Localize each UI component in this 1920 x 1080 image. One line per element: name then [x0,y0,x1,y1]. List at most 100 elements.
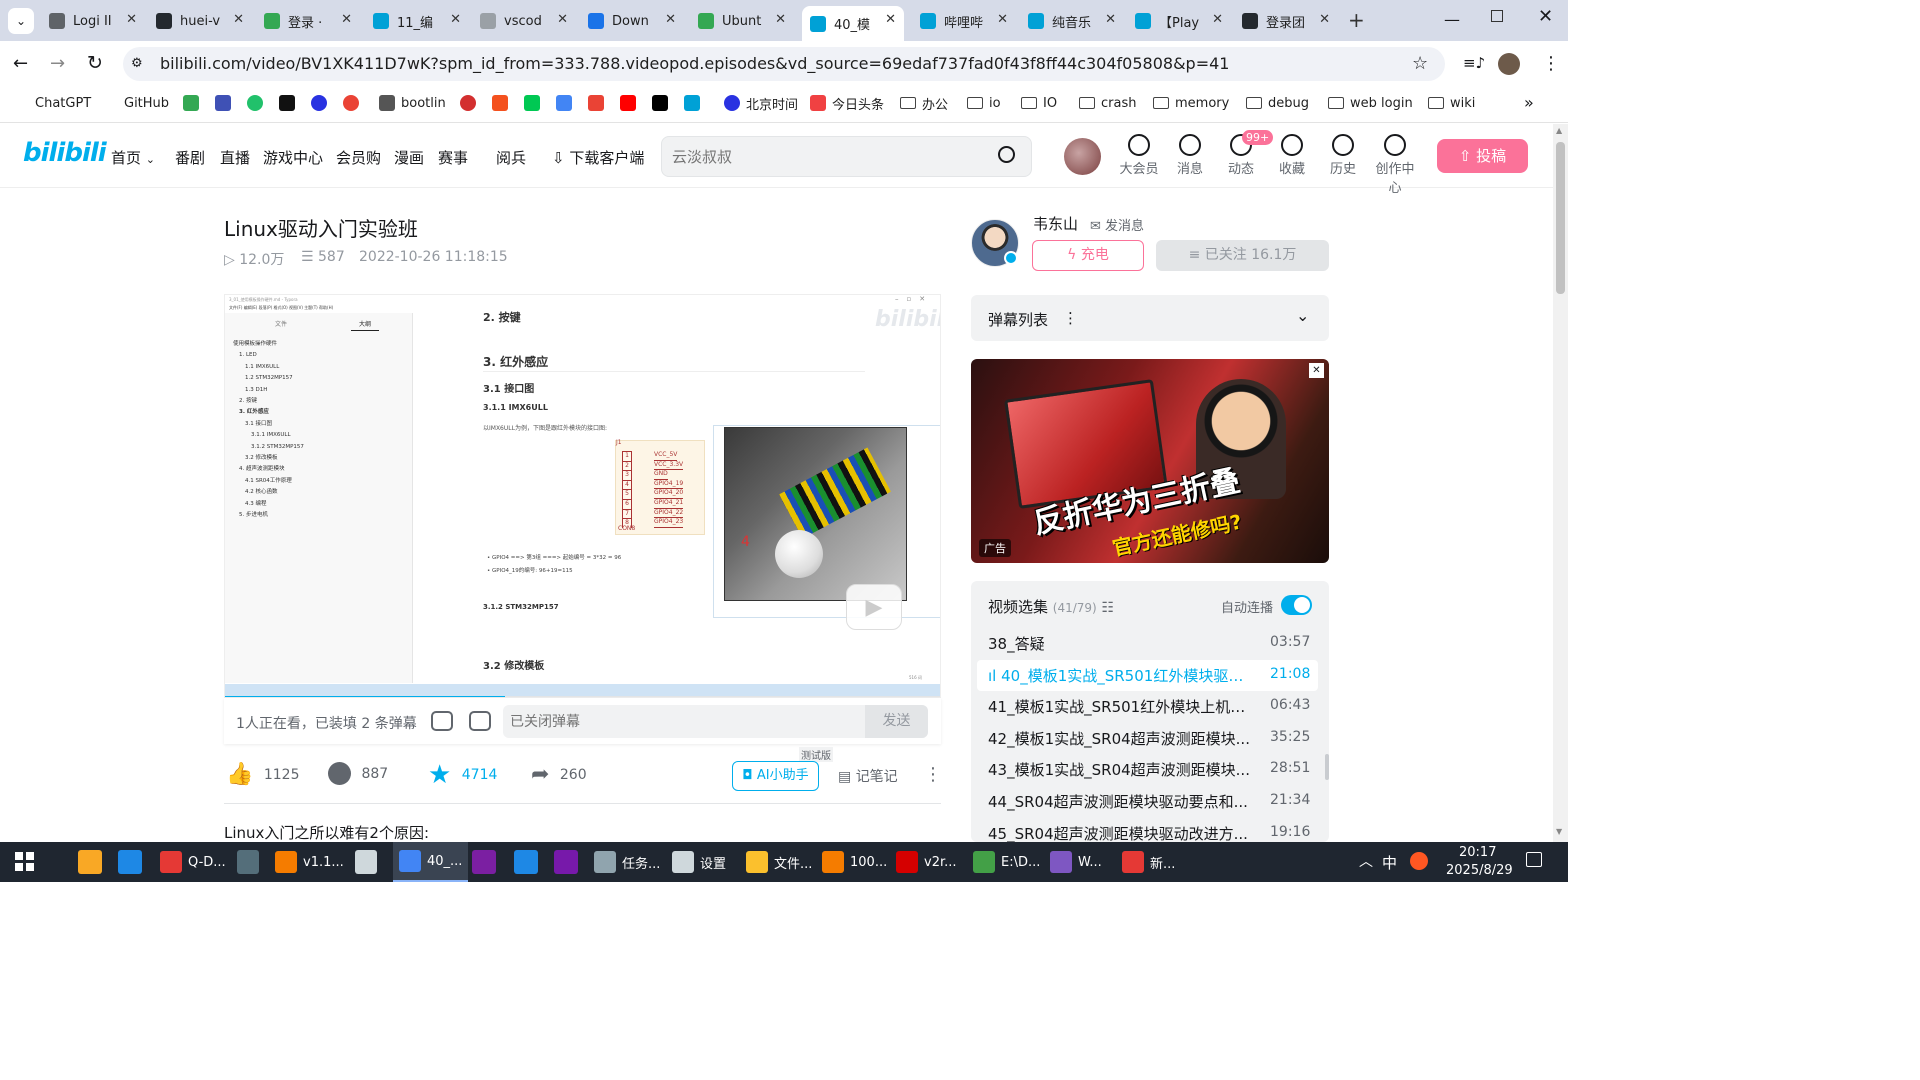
bookmark-folder-crash[interactable]: crash [1079,94,1136,112]
share-button[interactable]: ➦ 260 [531,762,587,787]
bookmark-folder-office[interactable]: 办公 [900,94,948,113]
header-dynamic-button[interactable]: 动态 99+ [1217,130,1274,177]
pinned-calc-icon[interactable] [237,850,259,874]
bookmark-folder-io[interactable]: io [967,94,1001,112]
danmaku-input[interactable] [510,709,850,734]
browser-tab[interactable]: 【Play ✕ [1127,6,1231,36]
nav-live[interactable]: 直播 [220,147,250,168]
browser-tab[interactable]: 登录团 ✕ [1234,6,1338,36]
episode-title[interactable]: 44_SR04超声波测距模块驱动要点和... [988,791,1250,812]
danmaku-list-menu-icon[interactable]: ⋮ [1063,309,1078,327]
tab-close-icon[interactable]: ✕ [885,12,896,27]
bookmark-folder-debug[interactable]: debug [1246,94,1309,112]
taskbar-app[interactable]: v1.1... [275,842,344,882]
danmaku-send-button[interactable]: 发送 [865,705,928,738]
taskbar-app[interactable]: 40_... [393,842,469,882]
browser-tab[interactable]: Ubunt ✕ [690,6,794,36]
notification-icon[interactable] [1526,852,1542,867]
video-player[interactable]: 3_01_使用模板操作硬件.md - Typora 文件(F) 编辑(E) 段落… [224,294,941,698]
taskbar-app[interactable]: v2r... [896,842,957,882]
scroll-up-arrow-icon[interactable]: ▲ [1556,126,1562,135]
pinned-app-icon-2[interactable] [118,850,142,874]
danmaku-toggle-icon[interactable] [431,711,453,731]
header-history-button[interactable]: 历史 [1319,134,1367,177]
clock-time[interactable]: 20:17 [1459,845,1496,860]
episode-title[interactable]: ıl 40_模板1实战_SR501红外模块驱动... [988,665,1250,686]
play-button-icon[interactable]: ▶ [846,584,902,630]
minimize-button[interactable]: — [1444,10,1460,29]
outline-item[interactable]: 4. 超声波测距模块 [233,464,304,475]
taskbar-app[interactable]: E:\D... [973,842,1040,882]
tab-close-icon[interactable]: ✕ [775,12,786,27]
episode-title[interactable]: 38_答疑 [988,633,1250,654]
tab-close-icon[interactable]: ✕ [665,12,676,27]
back-button[interactable]: ← [13,53,28,74]
outline-item[interactable]: 4.2 核心函数 [233,487,304,498]
tab-close-icon[interactable]: ✕ [1212,12,1223,27]
browser-tab[interactable]: Logi II ✕ [41,6,145,36]
header-message-button[interactable]: 消息 [1166,134,1214,177]
taskbar-app[interactable]: 100... [822,842,887,882]
restore-button[interactable] [1491,10,1503,22]
browser-tab[interactable]: 40_模 ✕ [802,6,904,41]
user-avatar[interactable] [1064,138,1101,175]
more-bookmarks-icon[interactable]: » [1524,93,1534,112]
pinned-vs-icon[interactable] [472,850,496,874]
autoplay-toggle[interactable] [1281,595,1312,615]
browser-tab[interactable]: 登录 · ✕ [256,6,360,36]
nav-shop[interactable]: 会员购 [336,147,381,168]
follow-button[interactable]: ≡ 已关注 16.1万 [1156,240,1329,271]
outline-item[interactable]: 1.1 IMX6ULL [233,362,304,373]
header-vip-button[interactable]: 大会员 [1115,134,1163,177]
scroll-down-arrow-icon[interactable]: ▼ [1556,827,1562,836]
scroll-thumb[interactable] [1556,142,1565,294]
tab-close-icon[interactable]: ✕ [557,12,568,27]
notes-button[interactable]: ▤ 记笔记 [838,766,898,786]
charge-button[interactable]: ϟ 充电 [1032,240,1144,271]
episode-title[interactable]: 41_模板1实战_SR501红外模块上机_I... [988,696,1250,717]
outline-item[interactable]: 4.3 编程 [233,499,304,510]
pinned-notepad-icon[interactable] [355,850,377,874]
chevron-down-icon[interactable]: ⌄ [1296,306,1309,325]
episode-title[interactable]: 43_模板1实战_SR04超声波测距模块... [988,759,1250,780]
taskbar-app[interactable]: 文件... [746,842,812,882]
bookmark-folder-IO[interactable]: IO [1021,94,1057,112]
browser-tab[interactable]: vscod ✕ [472,6,576,36]
upload-button[interactable]: ⇧ 投稿 [1437,139,1528,173]
browser-tab[interactable]: 11_编 ✕ [365,6,469,36]
bookmark-beijing-time[interactable]: 北京时间 [724,94,798,113]
uploader-name[interactable]: 韦东山 [1033,213,1078,234]
tab-close-icon[interactable]: ✕ [1319,12,1330,27]
outline-item[interactable]: 5. 步进电机 [233,510,304,521]
search-input[interactable] [672,143,972,171]
site-info-icon[interactable]: ⚙ [131,56,147,72]
taskbar-app[interactable]: 任务... [594,842,660,882]
ai-assistant-button[interactable]: ◘ AI小助手 [732,761,819,791]
outline-item[interactable]: 使用模板操作硬件 [233,339,304,350]
send-message-link[interactable]: ✉ 发消息 [1090,215,1144,234]
browser-tab[interactable]: huei-v ✕ [148,6,252,36]
bookmark-folder-memory[interactable]: memory [1153,94,1229,112]
clock-date[interactable]: 2025/8/29 [1446,863,1513,878]
outline-item[interactable]: 3.1.1 IMX6ULL [233,430,304,441]
bookmark-github[interactable]: GitHub [124,94,169,112]
nav-home[interactable]: 首页 ⌄ [111,147,155,168]
nav-anime[interactable]: 番剧 [175,147,205,168]
new-tab-button[interactable]: + [1348,8,1365,32]
outline-item[interactable]: 3.1 接口图 [233,419,304,430]
tab-close-icon[interactable]: ✕ [997,12,1008,27]
taskbar-app[interactable]: Q-D... [160,842,226,882]
nav-manga[interactable]: 漫画 [394,147,424,168]
bookmark-icon-row[interactable] [183,94,365,112]
profile-avatar[interactable] [1498,53,1520,75]
danmaku-settings-icon[interactable] [469,711,491,731]
episode-list-view-icon[interactable]: ☷ [1102,600,1115,616]
taskbar-app[interactable]: 设置 [672,842,726,882]
ime-indicator[interactable]: 中 [1382,852,1397,873]
bookmark-star-icon[interactable]: ☆ [1412,53,1428,74]
pinned-app-icon-1[interactable] [78,850,102,874]
tab-close-icon[interactable]: ✕ [126,12,137,27]
media-control-icon[interactable]: ≡♪ [1463,54,1485,72]
bookmark-bootlin[interactable]: bootlin [379,94,446,112]
url-text[interactable]: bilibili.com/video/BV1XK411D7wK?spm_id_f… [160,54,1229,73]
